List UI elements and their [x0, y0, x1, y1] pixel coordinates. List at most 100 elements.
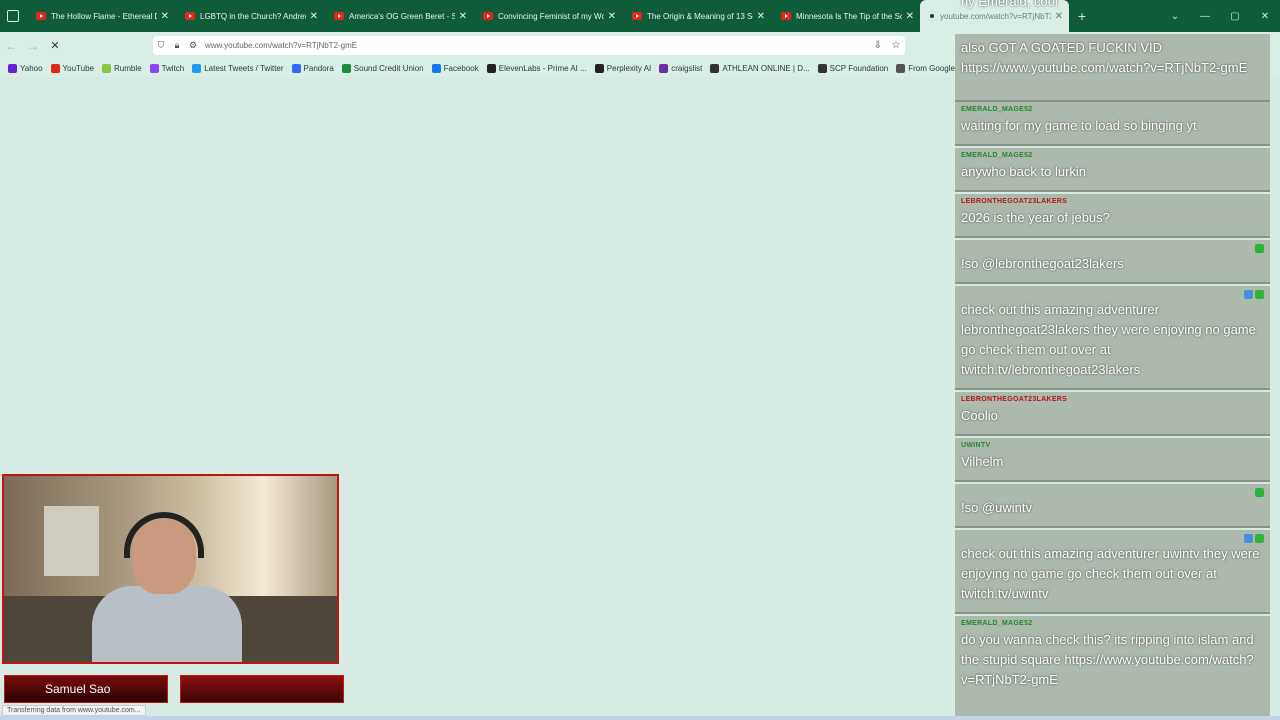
- chat-username: LEBRONTHEGOAT23LAKERS: [961, 396, 1068, 403]
- close-tab-icon[interactable]: ✕: [608, 11, 616, 22]
- tab-5[interactable]: Minnesota Is The Tip of the Sch ✕: [771, 0, 920, 32]
- chat-message-text: !so @lebronthegoat23lakers: [961, 256, 1124, 271]
- chat-badges: [1253, 244, 1264, 253]
- pencil-badge-icon: [1255, 534, 1264, 543]
- pencil-badge-icon: [1255, 488, 1264, 497]
- bookmark-item[interactable]: Facebook: [431, 63, 479, 73]
- close-tab-icon[interactable]: ✕: [310, 11, 318, 22]
- chat-message-text: Vilhelm: [961, 454, 1004, 469]
- bookmark-label: SCP Foundation: [829, 63, 889, 73]
- tab-title: Convincing Feminist of my Wor: [498, 11, 604, 21]
- streamer-name: Samuel Sao: [45, 682, 111, 696]
- bookmark-favicon-icon: [486, 63, 496, 73]
- lock-icon[interactable]: 🔒︎: [169, 40, 185, 51]
- loading-dot-icon: [930, 14, 934, 18]
- install-icon[interactable]: ⇩: [869, 40, 887, 51]
- close-tab-icon[interactable]: ✕: [161, 11, 169, 22]
- webcam-feed: [2, 474, 339, 664]
- youtube-icon: [334, 12, 344, 20]
- chat-message: EMERALD_MAGE52 waiting for my game to loa…: [955, 102, 1270, 146]
- tab-4[interactable]: The Origin & Meaning of 13 Sc ✕: [622, 0, 771, 32]
- bookmark-item[interactable]: ATHLEAN ONLINE | D...: [710, 63, 810, 73]
- bookmark-item[interactable]: ElevenLabs - Prime AI ...: [486, 63, 587, 73]
- chat-username: UWINTV: [961, 442, 991, 449]
- chat-message-text: check out this amazing adventurer uwintv…: [961, 546, 1260, 601]
- youtube-icon: [632, 12, 642, 20]
- bookmark-favicon-icon: [8, 63, 17, 73]
- bookmark-star-icon[interactable]: ☆: [887, 40, 905, 51]
- tab-title: Minnesota Is The Tip of the Sch: [796, 11, 902, 21]
- forward-button[interactable]: →: [22, 39, 44, 53]
- tab-0[interactable]: The Hollow Flame - Ethereal Da ✕: [26, 0, 175, 32]
- chat-message-text: check out this amazing adventurer lebron…: [961, 302, 1256, 377]
- youtube-icon: [36, 12, 46, 20]
- bookmark-favicon-icon: [341, 63, 351, 73]
- status-bar: Transferring data from www.youtube.com..…: [2, 705, 146, 716]
- chat-message-text: Coolio: [961, 408, 998, 423]
- tab-3[interactable]: Convincing Feminist of my Wor ✕: [473, 0, 622, 32]
- tab-title: The Origin & Meaning of 13 Sc: [647, 11, 753, 21]
- chat-message: UWINTV Vilhelm: [955, 438, 1270, 482]
- stop-loading-button[interactable]: ✕: [44, 39, 66, 52]
- bookmark-favicon-icon: [291, 63, 301, 73]
- bookmark-item[interactable]: SCP Foundation: [817, 63, 889, 73]
- bookmark-label: Perplexity AI: [606, 63, 652, 73]
- chat-message: !so @lebronthegoat23lakers: [955, 240, 1270, 284]
- tab-list-menu[interactable]: [0, 0, 26, 32]
- chat-username: LEBRONTHEGOAT23LAKERS: [961, 198, 1068, 205]
- bookmark-item[interactable]: YouTube: [50, 63, 94, 73]
- chat-username: [961, 534, 1264, 544]
- bookmark-label: Yahoo: [20, 63, 43, 73]
- chat-badges: [1242, 290, 1264, 299]
- bookmark-item[interactable]: Perplexity AI: [594, 63, 652, 73]
- streamer-body: [92, 586, 242, 662]
- tab-title: LGBTQ in the Church? Andrew S: [200, 11, 306, 21]
- bookmark-favicon-icon: [431, 63, 441, 73]
- bookmark-label: ElevenLabs - Prime AI ...: [498, 63, 587, 73]
- address-bar[interactable]: ⛉ 🔒︎ ⚙ www.youtube.com/watch?v=RTjNbT2-g…: [153, 36, 905, 55]
- bookmark-item[interactable]: Latest Tweets / Twitter: [192, 63, 284, 73]
- back-button[interactable]: ←: [0, 39, 22, 53]
- site-settings-icon[interactable]: ⚙: [185, 40, 201, 51]
- chat-message: check out this amazing adventurer uwintv…: [955, 530, 1270, 614]
- bookmark-item[interactable]: Rumble: [101, 63, 142, 73]
- bookmark-item[interactable]: Sound Credit Union: [341, 63, 424, 73]
- chat-username: [961, 290, 1264, 300]
- taskbar-edge: [0, 716, 1280, 720]
- bookmark-favicon-icon: [192, 63, 202, 73]
- bookmark-favicon-icon: [659, 63, 669, 73]
- pencil-badge-icon: [1255, 244, 1264, 253]
- chat-message-text: do you wanna check this? its ripping int…: [961, 632, 1254, 687]
- bookmark-item[interactable]: Yahoo: [8, 63, 43, 73]
- chat-username: [961, 488, 1264, 498]
- bookmark-item[interactable]: Pandora: [291, 63, 334, 73]
- streamer-nameplate: Samuel Sao: [4, 675, 168, 703]
- close-tab-icon[interactable]: ✕: [459, 11, 467, 22]
- bookmark-favicon-icon: [149, 63, 159, 73]
- bookmark-label: Sound Credit Union: [353, 63, 424, 73]
- chat-message: check out this amazing adventurer lebron…: [955, 286, 1270, 390]
- bookmark-favicon-icon: [710, 63, 720, 73]
- bookmark-label: craigslist: [671, 63, 703, 73]
- chat-username: EMERALD_MAGE52: [961, 106, 1033, 113]
- moderator-badge-icon: [1244, 534, 1253, 543]
- chat-message-text: anywho back to lurkin: [961, 164, 1087, 179]
- chat-message-text: 2026 is the year of jebus?: [961, 210, 1110, 225]
- close-tab-icon[interactable]: ✕: [906, 11, 914, 22]
- chat-message: LEBRONTHEGOAT23LAKERS Coolio: [955, 392, 1270, 436]
- tab-2[interactable]: America's OG Green Beret - Sar ✕: [324, 0, 473, 32]
- chat-badges: [1242, 534, 1264, 543]
- bookmark-item[interactable]: From Google C: [896, 63, 963, 73]
- chat-username: EMERALD_MAGE52: [961, 620, 1033, 627]
- bookmark-label: Twitch: [161, 63, 185, 73]
- bookmark-favicon-icon: [50, 63, 60, 73]
- chat-message: EMERALD_MAGE52do you wanna check this? i…: [955, 616, 1270, 720]
- url-text[interactable]: www.youtube.com/watch?v=RTjNbT2-gmE: [201, 41, 869, 50]
- chat-username: [961, 244, 1264, 254]
- tab-1[interactable]: LGBTQ in the Church? Andrew S ✕: [175, 0, 324, 32]
- close-tab-icon[interactable]: ✕: [757, 11, 765, 22]
- bookmark-item[interactable]: Twitch: [149, 63, 185, 73]
- youtube-icon: [781, 12, 791, 20]
- shield-icon[interactable]: ⛉: [153, 40, 169, 51]
- bookmark-item[interactable]: craigslist: [659, 63, 703, 73]
